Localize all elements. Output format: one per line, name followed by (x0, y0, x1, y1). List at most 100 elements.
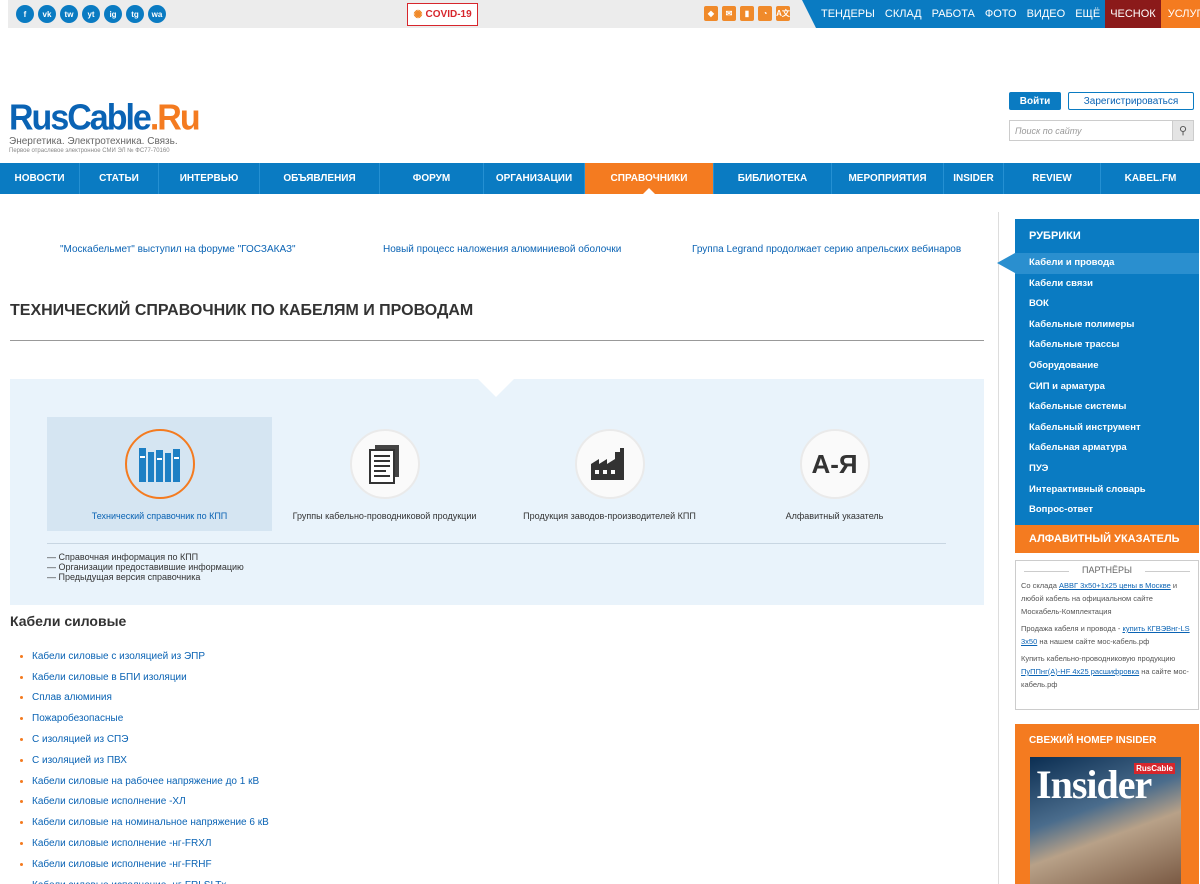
register-button[interactable]: Зарегистрироваться (1068, 92, 1194, 110)
rubric-item[interactable]: СИП и арматура (1015, 377, 1199, 398)
instagram-icon[interactable]: ig (104, 5, 122, 23)
nav-kabel-fm[interactable]: KABEL.FM (1101, 163, 1200, 194)
reference-panel: Технический справочник по КПП Группы каб… (10, 379, 984, 605)
list-item[interactable]: Кабели силовые на рабочее напряжение до … (20, 771, 269, 792)
partner-text: Продажа кабеля и провода - купить КГВЭВн… (1021, 624, 1190, 646)
rubric-item[interactable]: ПУЭ (1015, 459, 1199, 480)
ref-tech-handbook[interactable]: Технический справочник по КПП (47, 417, 272, 531)
top-bar: f vk tw yt ig tg wa ✺ COVID-19 ◆ ✉ ▮ ◔ A… (8, 0, 1200, 28)
site-logo[interactable]: RusCable.Ru Энергетика. Электротехника. … (9, 98, 201, 155)
mobile-icon[interactable]: ▮ (740, 6, 754, 21)
panel-link[interactable]: — Организации предоставившие информацию (47, 562, 244, 572)
rubric-item[interactable]: Интерактивный словарь (1015, 480, 1199, 501)
search-input[interactable]: Поиск по сайту (1010, 121, 1172, 140)
nav-spravochniki[interactable]: СПРАВОЧНИКИ (585, 163, 714, 194)
list-item[interactable]: Кабели силовые исполнение -нг-FRХЛ (20, 833, 269, 854)
nav-insider[interactable]: INSIDER (944, 163, 1004, 194)
ref-alphabet-index[interactable]: А-Я Алфавитный указатель (722, 417, 947, 531)
nav-biblioteka[interactable]: БИБЛИОТЕКА (714, 163, 832, 194)
list-item[interactable]: Пожаробезопасные (20, 708, 269, 729)
rubric-item[interactable]: Вопрос-ответ (1015, 500, 1199, 521)
ref-manufacturers-label: Продукция заводов-производителей КПП (523, 511, 696, 521)
sidebar: РУБРИКИ Кабели и провода Кабели связи ВО… (997, 212, 1200, 884)
rss-icon[interactable]: ◔ (758, 6, 772, 21)
panel-divider (47, 543, 946, 544)
nav-intervyu[interactable]: ИНТЕРВЬЮ (159, 163, 260, 194)
covid-label: COVID-19 (425, 9, 472, 20)
rubric-item[interactable]: Кабельные системы (1015, 397, 1199, 418)
list-item[interactable]: Кабели силовые в БПИ изоляции (20, 667, 269, 688)
top-nav-sklad[interactable]: СКЛАД (880, 0, 927, 28)
shield-icon[interactable]: ◆ (704, 6, 718, 21)
logo-text: RusCable.Ru (9, 98, 201, 138)
youtube-icon[interactable]: yt (82, 5, 100, 23)
top-nav-more[interactable]: ЕЩЁ (1070, 0, 1105, 28)
covid-button[interactable]: ✺ COVID-19 (407, 3, 478, 26)
alphabet-index-button[interactable]: АЛФАВИТНЫЙ УКАЗАТЕЛЬ (1015, 525, 1199, 553)
ref-manufacturers[interactable]: Продукция заводов-производителей КПП (497, 417, 722, 531)
nav-organizatsii[interactable]: ОРГАНИЗАЦИИ (484, 163, 585, 194)
top-icons: ◆ ✉ ▮ ◔ A文 (704, 6, 790, 21)
top-nav-chesnok[interactable]: ЧЕСНОК (1105, 0, 1161, 28)
search-box: Поиск по сайту ⚲ (1009, 120, 1194, 141)
translate-icon[interactable]: A文 (776, 6, 790, 21)
rubric-item[interactable]: Оборудование (1015, 356, 1199, 377)
list-item[interactable]: С изоляцией из ПВХ (20, 750, 269, 771)
section-title: Кабели силовые (10, 613, 127, 629)
partner-text: Купить кабельно-проводниковую продукцию … (1021, 654, 1189, 689)
list-item[interactable]: Кабели силовые исполнение -нг-FRHF (20, 854, 269, 875)
news-link[interactable]: Группа Legrand продолжает серию апрельск… (692, 244, 961, 255)
search-icon[interactable]: ⚲ (1172, 121, 1193, 140)
top-nav-uslugi[interactable]: УСЛУГИ (1160, 0, 1200, 28)
partner-link[interactable]: АВВГ 3х50+1х25 цены в Москве (1059, 581, 1171, 590)
partner-text: Со склада АВВГ 3х50+1х25 цены в Москве и… (1021, 581, 1178, 616)
top-nav-rabota[interactable]: РАБОТА (927, 0, 980, 28)
rubric-item[interactable]: Кабельные трассы (1015, 335, 1199, 356)
list-item[interactable]: Кабели силовые исполнение -нг-FRLSLTx (20, 875, 269, 884)
rubric-item[interactable]: Кабели связи (1015, 274, 1199, 295)
top-nav-tenders[interactable]: ТЕНДЕРЫ (816, 0, 880, 28)
panel-link[interactable]: — Справочная информация по КПП (47, 552, 244, 562)
ref-product-groups[interactable]: Группы кабельно-проводниковой продукции (272, 417, 497, 531)
nav-stati[interactable]: СТАТЬИ (80, 163, 159, 194)
facebook-icon[interactable]: f (16, 5, 34, 23)
ref-alphabet-index-label: Алфавитный указатель (785, 511, 884, 521)
main-nav: НОВОСТИ СТАТЬИ ИНТЕРВЬЮ ОБЪЯВЛЕНИЯ ФОРУМ… (0, 163, 1200, 194)
ref-tech-handbook-label: Технический справочник по КПП (91, 511, 228, 521)
mail-icon[interactable]: ✉ (722, 6, 736, 21)
list-item[interactable]: Кабели силовые на номинальное напряжение… (20, 812, 269, 833)
insider-title: СВЕЖИЙ НОМЕР INSIDER (1029, 735, 1157, 746)
partner-link[interactable]: ПуППнг(А)-HF 4х25 расшифровка (1021, 667, 1139, 676)
news-link[interactable]: "Москабельмет" выступил на форуме "ГОСЗА… (60, 244, 296, 255)
top-nav-video[interactable]: ВИДЕО (1022, 0, 1071, 28)
nav-novosti[interactable]: НОВОСТИ (0, 163, 80, 194)
books-icon (124, 429, 195, 499)
documents-icon (349, 429, 420, 499)
ref-product-groups-label: Группы кабельно-проводниковой продукции (292, 511, 477, 521)
rubric-item[interactable]: Кабельный инструмент (1015, 418, 1199, 439)
twitter-icon[interactable]: tw (60, 5, 78, 23)
factory-icon (574, 429, 645, 499)
nav-review[interactable]: REVIEW (1004, 163, 1101, 194)
list-item[interactable]: Сплав алюминия (20, 688, 269, 709)
rubric-item[interactable]: Кабельная арматура (1015, 438, 1199, 459)
nav-meropriyatiya[interactable]: МЕРОПРИЯТИЯ (832, 163, 944, 194)
virus-icon: ✺ (413, 9, 423, 21)
telegram-icon[interactable]: tg (126, 5, 144, 23)
insider-cover[interactable]: Insider RusCable (1030, 757, 1181, 884)
rubric-item[interactable]: Кабельные полимеры (1015, 315, 1199, 336)
login-button[interactable]: Войти (1009, 92, 1061, 110)
rubric-item[interactable]: Кабели и провода (997, 253, 1199, 274)
whatsapp-icon[interactable]: wa (148, 5, 166, 23)
rubric-item[interactable]: ВОК (1015, 294, 1199, 315)
panel-link[interactable]: — Предыдущая версия справочника (47, 572, 244, 582)
list-item[interactable]: Кабели силовые с изоляцией из ЭПР (20, 646, 269, 667)
nav-obyavleniya[interactable]: ОБЪЯВЛЕНИЯ (260, 163, 380, 194)
top-nav-foto[interactable]: ФОТО (980, 0, 1022, 28)
list-item[interactable]: С изоляцией из СПЭ (20, 729, 269, 750)
vk-icon[interactable]: vk (38, 5, 56, 23)
nav-forum[interactable]: ФОРУМ (380, 163, 484, 194)
partners-box: ПАРТНЁРЫ Со склада АВВГ 3х50+1х25 цены в… (1015, 560, 1199, 710)
news-link[interactable]: Новый процесс наложения алюминиевой обол… (383, 244, 621, 255)
list-item[interactable]: Кабели силовые исполнение -ХЛ (20, 792, 269, 813)
